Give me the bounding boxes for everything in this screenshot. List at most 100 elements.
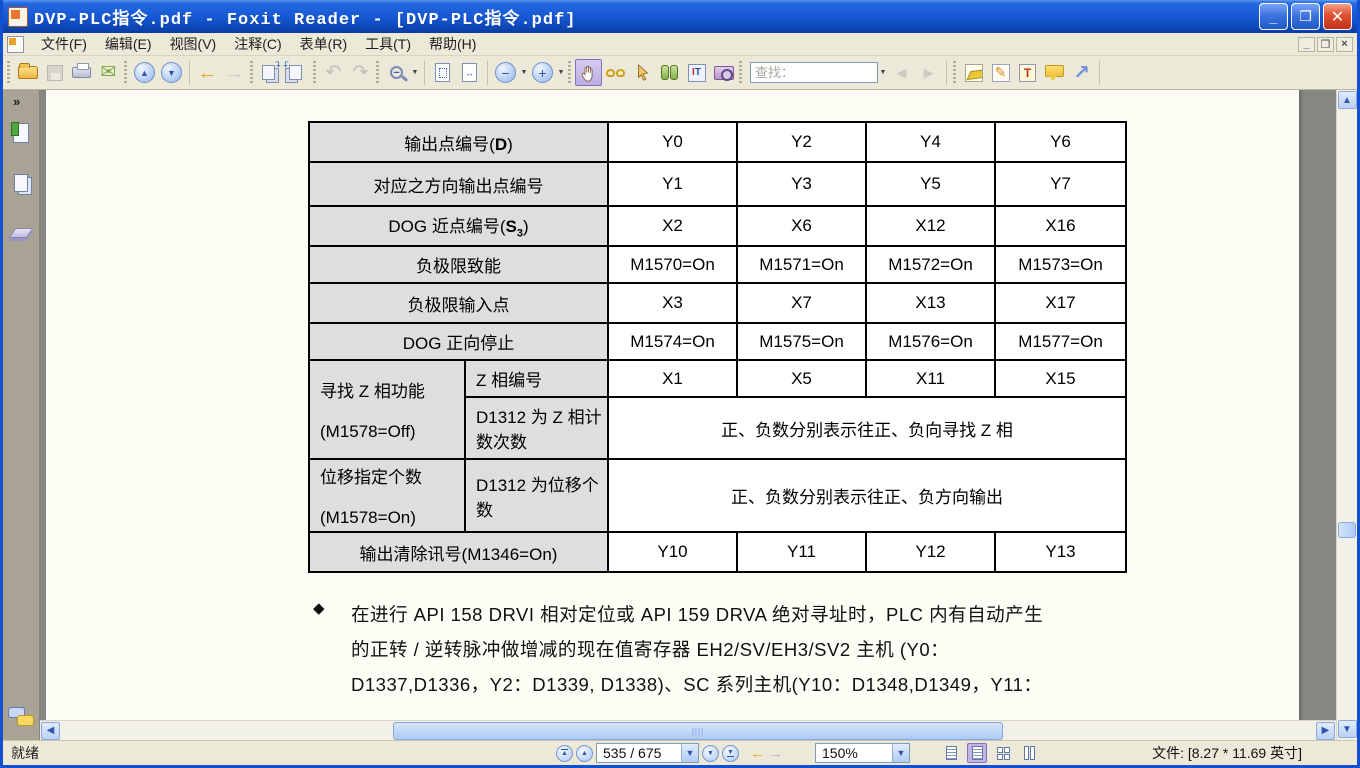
select-annotation-button[interactable] [629,59,656,86]
zoom-combo-dropdown[interactable]: ▼ [892,744,909,762]
marquee-zoom-button[interactable]: − [383,59,410,86]
scroll-down-button[interactable]: ▼ [1338,720,1357,738]
insert-pages-button[interactable] [257,59,284,86]
minimize-button[interactable]: _ [1259,3,1288,30]
page-number-combo[interactable]: 535 / 675 ▼ [596,743,699,763]
toolbar-separator [946,61,947,85]
table-cell: Y4 [866,122,995,162]
scroll-left-button[interactable]: ◀ [41,722,60,740]
email-button[interactable]: ✉ [95,59,122,86]
find-previous-button[interactable]: ◀ [888,59,915,86]
vertical-scrollbar[interactable]: ▲ ▼ [1336,90,1357,740]
undo-button[interactable]: ↶ [320,59,347,86]
save-icon [47,65,63,81]
mdi-minimize-button[interactable]: _ [1298,37,1315,52]
expand-sidebar-button[interactable]: » [13,94,20,109]
menu-bar: 文件(F) 编辑(E) 视图(V) 注释(C) 表单(R) 工具(T) 帮助(H… [3,33,1357,56]
save-button[interactable] [41,59,68,86]
menu-comment[interactable]: 注释(C) [225,32,290,56]
row-sublabel: D1312 为 Z 相计数次数 [465,397,608,459]
highlight-tool-button[interactable] [960,59,987,86]
open-button[interactable] [14,59,41,86]
redo-button[interactable]: ↷ [347,59,374,86]
menu-file[interactable]: 文件(F) [32,32,96,56]
go-back-button[interactable]: ← [194,59,221,86]
select-text-button[interactable]: IITT [683,59,710,86]
search-button[interactable] [656,59,683,86]
extract-pages-button[interactable] [284,59,311,86]
table-cell: Y2 [737,122,866,162]
layers-panel-button[interactable] [7,219,35,247]
toolbar-grip [739,61,742,85]
document-view[interactable]: 输出点编号(D) Y0 Y2 Y4 Y6 对应之方向输出点编号 Y1 Y3 Y5… [40,90,1336,720]
table-cell: M1577=On [995,323,1126,360]
forward-view-icon[interactable]: → [768,745,783,762]
menu-form[interactable]: 表单(R) [291,32,356,56]
bookmarks-panel-button[interactable] [7,119,35,147]
find-dropdown[interactable]: ▼ [878,69,888,76]
fit-page-button[interactable] [429,59,456,86]
horizontal-scrollbar[interactable]: ◀ ▶ [40,720,1336,740]
restore-button[interactable]: ❐ [1291,3,1320,30]
table-row: 位移指定个数(M1578=On) D1312 为位移个数 正、负数分别表示往正、… [309,459,1126,532]
table-row: 寻找 Z 相功能(M1578=Off) Z 相编号 X1 X5 X11 X15 [309,360,1126,397]
comments-panel-button[interactable] [8,707,34,726]
continuous-facing-mode-button[interactable] [1019,743,1039,763]
menu-tools[interactable]: 工具(T) [356,32,420,56]
note-tool-button[interactable] [1041,59,1068,86]
fit-width-button[interactable]: ↔ [456,59,483,86]
facing-mode-button[interactable] [993,743,1013,763]
last-page-button[interactable]: ▼ [722,745,739,762]
scroll-up-button[interactable]: ▲ [1338,91,1357,109]
hand-tool-button[interactable] [575,59,602,86]
previous-view-button[interactable]: ▲ [131,59,158,86]
binoculars-icon [661,65,678,80]
next-page-button[interactable]: ▼ [702,745,719,762]
find-next-button[interactable]: ▶ [915,59,942,86]
zoom-in-dropdown[interactable]: ▼ [556,69,566,76]
camera-icon [714,66,734,80]
table-cell: X5 [737,360,866,397]
extract-pages-icon [289,65,302,80]
table-row: 负极限输入点 X3 X7 X13 X17 [309,283,1126,323]
find-input[interactable] [750,62,878,83]
zoom-level-value[interactable]: 150% [816,745,892,761]
snapshot-button[interactable] [710,59,737,86]
pencil-tool-button[interactable]: ✎ [987,59,1014,86]
table-cell: Y6 [995,122,1126,162]
previous-page-button[interactable]: ▲ [576,745,593,762]
hand-icon [580,64,598,82]
single-page-mode-button[interactable] [941,743,961,763]
page-number-value[interactable]: 535 / 675 [597,745,681,761]
document-area: 输出点编号(D) Y0 Y2 Y4 Y6 对应之方向输出点编号 Y1 Y3 Y5… [40,90,1336,740]
zoom-in-button[interactable]: + [529,59,556,86]
table-cell: X12 [866,206,995,246]
table-cell: M1570=On [608,246,737,283]
marquee-zoom-dropdown[interactable]: ▼ [410,69,420,76]
continuous-mode-button[interactable] [967,743,987,763]
mdi-restore-button[interactable]: ❐ [1317,37,1334,52]
vertical-scroll-thumb[interactable] [1338,522,1356,538]
table-cell: Y0 [608,122,737,162]
zoom-level-combo[interactable]: 150% ▼ [815,743,910,763]
back-view-icon[interactable]: ← [750,745,765,762]
page-combo-dropdown[interactable]: ▼ [681,744,698,762]
zoom-out-dropdown[interactable]: ▼ [519,69,529,76]
zoom-out-button[interactable]: − [492,59,519,86]
first-page-button[interactable]: ▲ [556,745,573,762]
arrow-tool-button[interactable]: ↗ [1068,59,1095,86]
read-mode-button[interactable] [602,59,629,86]
menu-view[interactable]: 视图(V) [161,32,226,56]
close-button[interactable]: ✕ [1323,3,1352,30]
pages-panel-button[interactable] [7,169,35,197]
go-forward-button[interactable]: → [221,59,248,86]
menu-help[interactable]: 帮助(H) [420,32,485,56]
horizontal-scroll-thumb[interactable] [393,722,1003,740]
next-view-button[interactable]: ▼ [158,59,185,86]
typewriter-tool-button[interactable]: T [1014,59,1041,86]
mdi-close-button[interactable]: × [1336,37,1353,52]
toolbar-separator [189,61,190,85]
print-button[interactable] [68,59,95,86]
scroll-right-button[interactable]: ▶ [1316,722,1335,740]
menu-edit[interactable]: 编辑(E) [96,32,161,56]
